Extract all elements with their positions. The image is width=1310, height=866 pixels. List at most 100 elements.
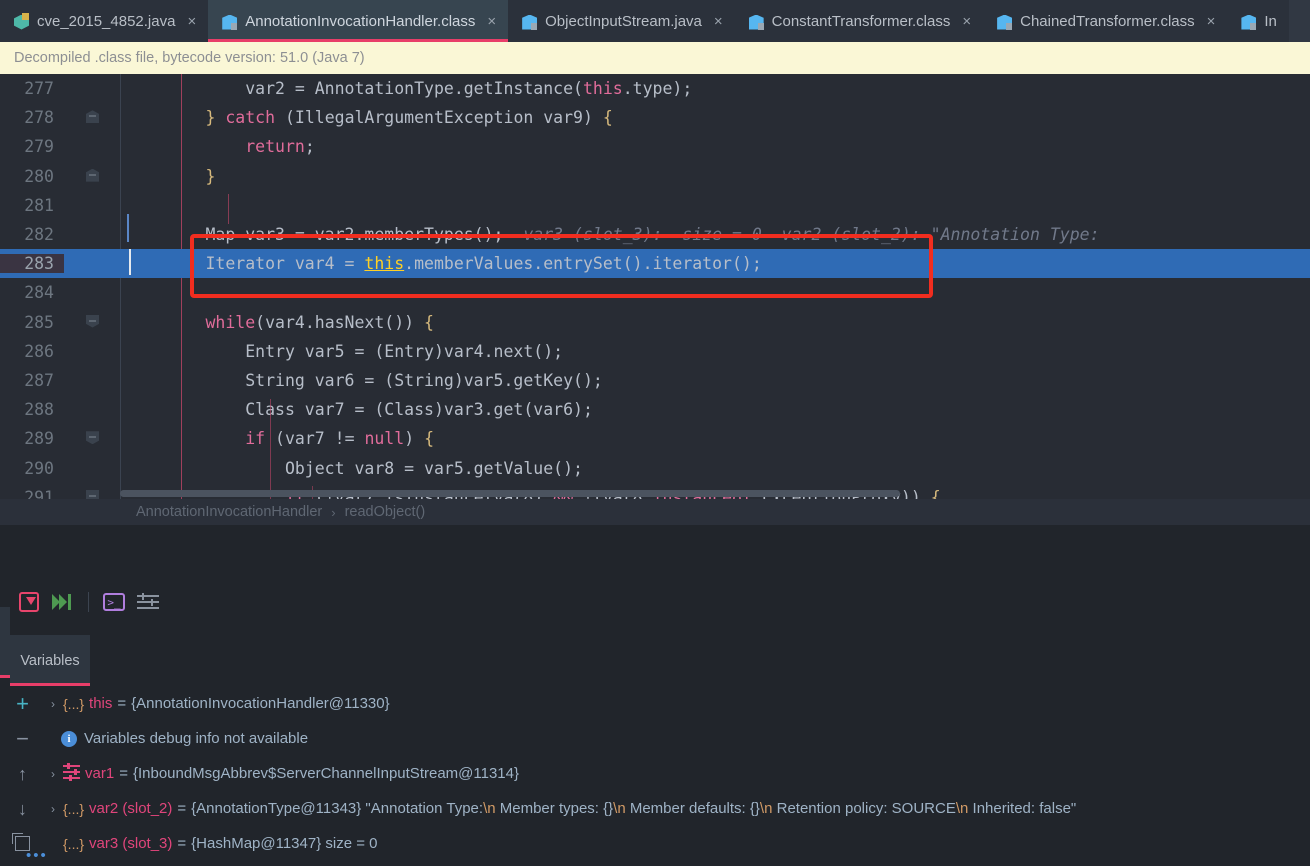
code-line-290[interactable]: 290 Object var8 = var5.getValue(); — [0, 453, 1310, 482]
breadcrumb-class[interactable]: AnnotationInvocationHandler — [136, 504, 322, 520]
editor-tab-annotationinvocationhandler-class[interactable]: AnnotationInvocationHandler.class × — [208, 0, 509, 42]
evaluate-expression-button[interactable]: >_ — [97, 585, 131, 619]
gutter-marker[interactable] — [64, 453, 120, 482]
step-out-icon — [19, 592, 39, 612]
equals-sign: = — [119, 765, 128, 782]
line-text: Iterator var4 = this.memberValues.entryS… — [120, 254, 1310, 274]
run-to-cursor-button[interactable] — [46, 585, 80, 619]
code-line-279[interactable]: 279 return; — [0, 132, 1310, 161]
gutter-marker[interactable] — [64, 103, 120, 132]
editor-horizontal-scrollbar[interactable] — [120, 490, 900, 497]
tab-label: ConstantTransformer.class — [771, 12, 951, 30]
gutter-marker[interactable] — [64, 191, 120, 220]
editor-tab-partial[interactable]: In — [1227, 0, 1289, 42]
move-down-button[interactable]: ↓ — [0, 800, 45, 818]
gutter-marker[interactable] — [64, 132, 120, 161]
gutter-marker[interactable] — [64, 424, 120, 453]
line-text: var2 = AnnotationType.getInstance(this.t… — [126, 79, 693, 99]
chevron-right-icon: › — [331, 504, 336, 520]
gutter-marker[interactable] — [64, 220, 120, 249]
gutter-marker[interactable] — [64, 395, 120, 424]
remove-watch-button[interactable]: − — [0, 727, 45, 750]
gutter-marker[interactable] — [64, 249, 120, 279]
line-number: 283 — [0, 254, 64, 274]
variable-name: var3 (slot_3) — [89, 835, 173, 852]
java-file-icon — [14, 12, 29, 30]
code-line-281[interactable]: 281 — [0, 191, 1310, 220]
line-number: 281 — [24, 195, 54, 215]
overflow-dots-icon[interactable]: ••• — [26, 847, 48, 864]
code-line-282[interactable]: 282 Map var3 = var2.memberTypes(); var3 … — [0, 220, 1310, 249]
tab-variables[interactable]: Variables — [10, 635, 90, 686]
gutter-marker[interactable] — [64, 74, 120, 103]
editor-tab-constanttransformer-class[interactable]: ConstantTransformer.class × — [734, 0, 984, 42]
notification-text: Decompiled .class file, bytecode version… — [14, 50, 365, 66]
code-line-283-current[interactable]: 283 Iterator var4 = this.memberValues.en… — [0, 249, 1310, 279]
line-text: Map var3 = var2.memberTypes(); var3 (slo… — [126, 225, 1100, 245]
indent-guide — [270, 399, 271, 499]
code-line-284[interactable]: 284 — [0, 278, 1310, 307]
code-line-286[interactable]: 286 Entry var5 = (Entry)var4.next(); — [0, 337, 1310, 366]
code-line-285[interactable]: 285 while(var4.hasNext()) { — [0, 308, 1310, 337]
tab-label: AnnotationInvocationHandler.class — [245, 12, 476, 30]
close-icon[interactable]: × — [1207, 14, 1216, 29]
add-watch-button[interactable]: + — [0, 692, 45, 715]
code-line-280[interactable]: 280 } — [0, 162, 1310, 191]
sliders-icon — [63, 762, 80, 783]
gutter-marker[interactable] — [64, 366, 120, 395]
code-line-288[interactable]: 288 Class var7 = (Class)var3.get(var6); — [0, 395, 1310, 424]
code-line-289[interactable]: 289 if (var7 != null) { — [0, 424, 1310, 453]
close-icon[interactable]: × — [487, 14, 496, 29]
line-text: if (var7 != null) { — [245, 429, 434, 449]
close-icon[interactable]: × — [962, 14, 971, 29]
fold-icon[interactable] — [86, 110, 99, 124]
gutter-marker[interactable] — [64, 337, 120, 366]
settings-button[interactable] — [131, 585, 165, 619]
line-text: } catch (IllegalArgumentException var9) … — [205, 108, 613, 128]
gutter-marker[interactable] — [64, 278, 120, 307]
variable-value: {AnnotationType@11343} "Annotation Type:… — [191, 800, 1077, 817]
expand-arrow-icon[interactable]: › — [45, 767, 61, 781]
editor-tab-cve_2015_4852-java[interactable]: cve_2015_4852.java × — [0, 0, 209, 42]
fold-icon[interactable] — [86, 431, 99, 445]
variable-row-this[interactable]: + › {...} this = {AnnotationInvocationHa… — [0, 686, 1310, 721]
expand-arrow-icon[interactable]: › — [45, 802, 61, 816]
gutter-marker[interactable] — [64, 483, 120, 499]
class-file-icon — [997, 13, 1013, 30]
code-editor[interactable]: 277 var2 = AnnotationType.getInstance(th… — [0, 74, 1310, 499]
variable-value: {HashMap@11347} size = 0 — [191, 835, 378, 852]
breadcrumb-method[interactable]: readObject() — [345, 504, 426, 520]
variable-row-var2[interactable]: ↓ › {...} var2 (slot_2) = {AnnotationTyp… — [0, 791, 1310, 826]
line-text: Class var7 = (Class)var3.get(var6); — [126, 400, 593, 420]
editor-tab-chainedtransformer-class[interactable]: ChainedTransformer.class × — [983, 0, 1228, 42]
code-line-277[interactable]: 277 var2 = AnnotationType.getInstance(th… — [0, 74, 1310, 103]
variables-panel[interactable]: + › {...} this = {AnnotationInvocationHa… — [0, 686, 1310, 866]
code-line-287[interactable]: 287 String var6 = (String)var5.getKey(); — [0, 366, 1310, 395]
line-text: Object var8 = var5.getValue(); — [126, 458, 583, 478]
line-number: 288 — [24, 400, 54, 420]
gutter-marker[interactable] — [64, 162, 120, 191]
line-number: 282 — [24, 225, 54, 245]
fold-icon[interactable] — [86, 314, 99, 328]
fold-icon[interactable] — [86, 489, 99, 499]
code-line-278[interactable]: 278 } catch (IllegalArgumentException va… — [0, 103, 1310, 132]
expand-arrow-icon[interactable]: › — [45, 697, 61, 711]
panel-gap — [0, 526, 1310, 582]
line-number: 277 — [24, 79, 54, 99]
variable-value: {InboundMsgAbbrev$ServerChannelInputStre… — [132, 765, 519, 782]
variable-value: {AnnotationInvocationHandler@11330} — [131, 695, 390, 712]
class-file-icon — [522, 13, 538, 30]
editor-tab-bar: cve_2015_4852.java × AnnotationInvocatio… — [0, 0, 1310, 42]
fold-icon[interactable] — [86, 168, 99, 182]
step-out-button[interactable] — [12, 585, 46, 619]
close-icon[interactable]: × — [714, 14, 723, 29]
gutter-marker[interactable] — [64, 308, 120, 337]
line-text: return; — [245, 137, 315, 157]
indent-guide — [228, 194, 229, 224]
variable-row-var3[interactable]: › {...} var3 (slot_3) = {HashMap@11347} … — [0, 826, 1310, 861]
close-icon[interactable]: × — [187, 14, 196, 29]
editor-tab-objectinputstream-java[interactable]: ObjectInputStream.java × — [508, 0, 735, 42]
variable-row-var1[interactable]: ↑ › var1 = {InboundMsgAbbrev$ServerChann… — [0, 756, 1310, 791]
move-up-button[interactable]: ↑ — [0, 765, 45, 783]
ide-window: cve_2015_4852.java × AnnotationInvocatio… — [0, 0, 1310, 866]
